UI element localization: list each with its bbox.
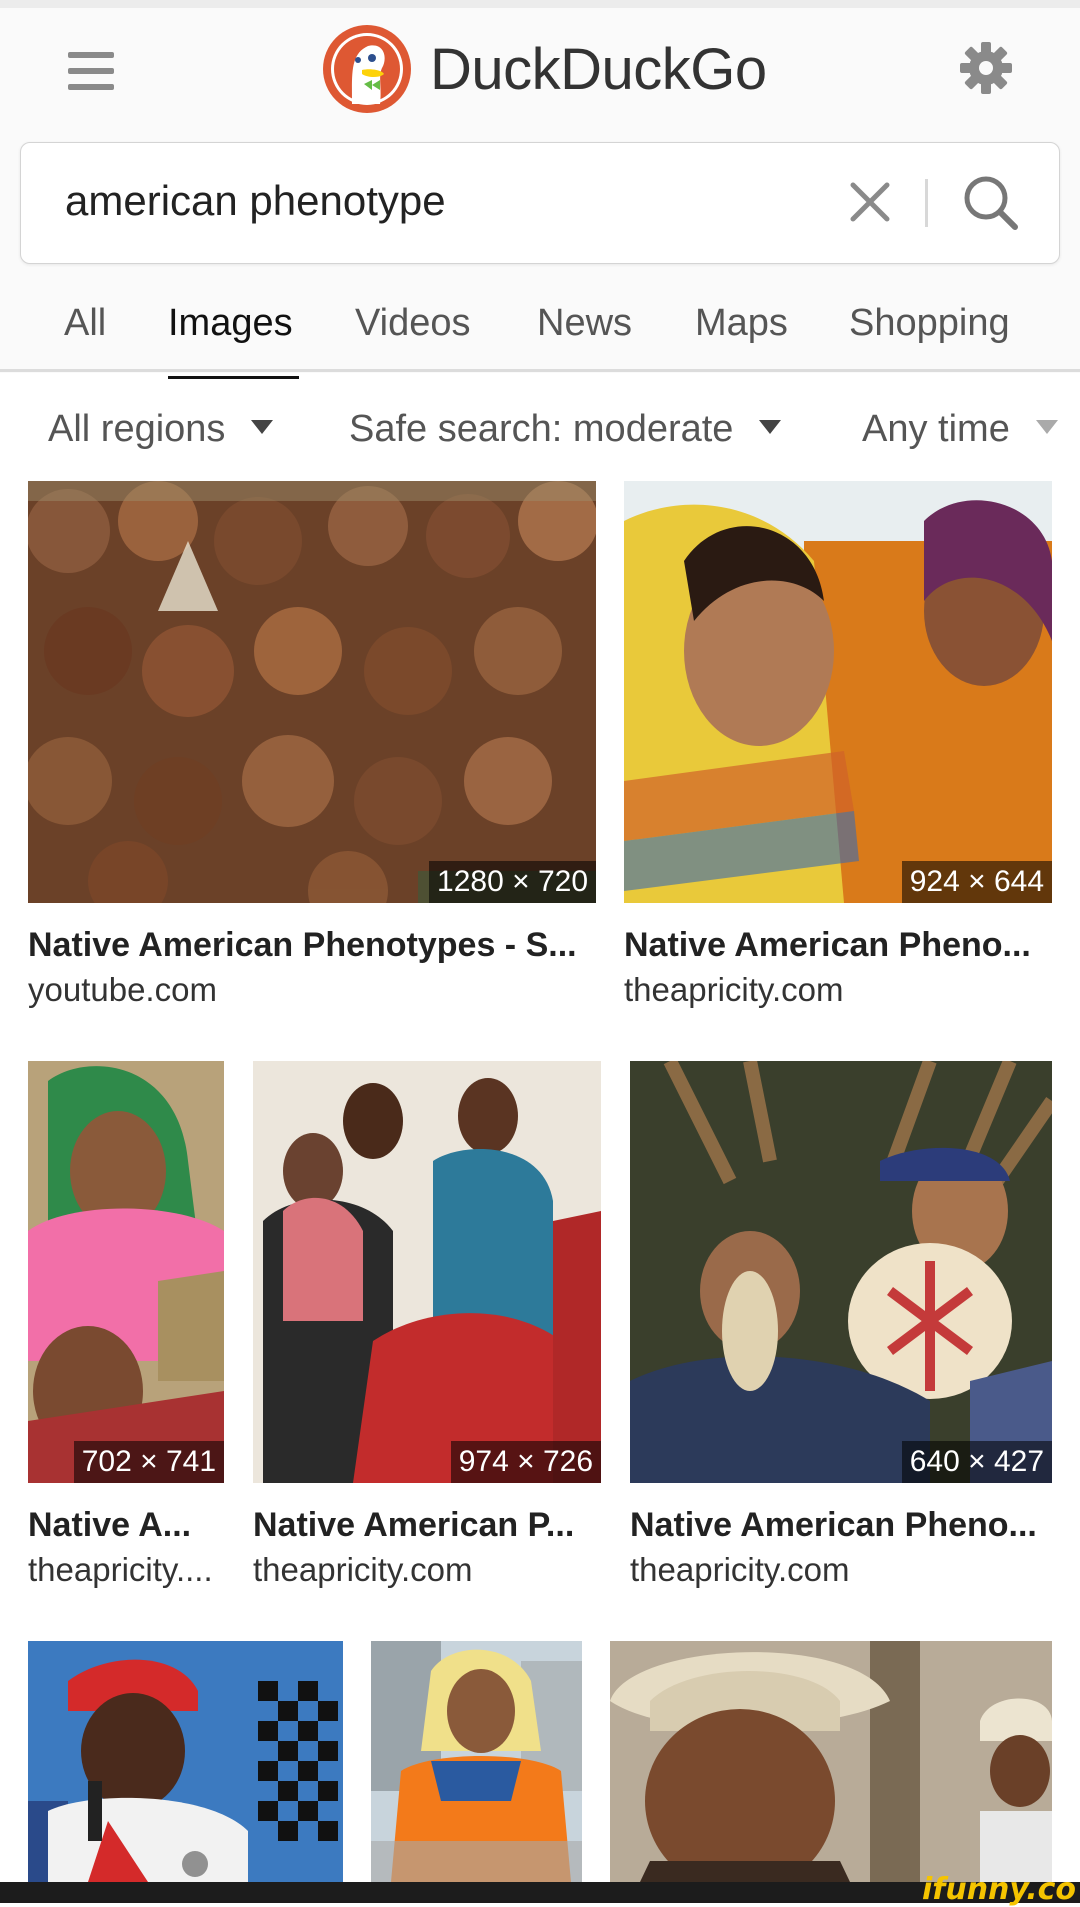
image-dimensions: 974 × 726 [450,1441,601,1483]
safe-search-filter[interactable]: Safe search: moderate [349,408,782,451]
top-status-strip [0,0,1080,8]
result-source[interactable]: theapricity.com [630,1551,849,1589]
image-dimensions: 702 × 741 [73,1441,224,1483]
result-title[interactable]: Native American Phenotypes - S... [28,926,577,965]
safe-search-filter-label: Safe search: moderate [349,408,734,450]
image-result-card[interactable]: 702 × 741 Native A... theapricity.... [28,1061,224,1591]
time-filter-label: Any time [862,408,1010,450]
result-title[interactable]: Native American Pheno... [624,926,1031,965]
chevron-down-icon [251,419,274,434]
tab-news[interactable]: News [537,302,632,345]
result-source[interactable]: theapricity.... [28,1551,213,1589]
app-title: DuckDuckGo [430,36,767,102]
image-dimensions: 640 × 427 [901,1441,1052,1483]
header: DuckDuckGo american phenotype All Images [0,8,1080,379]
search-tabs: All Images Videos News Maps Shopping [0,292,1080,380]
image-result-card[interactable]: 974 × 726 Native American P... theaprici… [253,1061,601,1591]
image-dimensions: 924 × 644 [901,861,1052,903]
chevron-down-icon [759,419,782,434]
search-icon[interactable] [961,173,1021,233]
tabs-divider [0,369,1080,372]
image-dimensions: 1280 × 720 [429,861,596,903]
image-thumbnail[interactable]: 974 × 726 [253,1061,601,1483]
result-source[interactable]: theapricity.com [624,971,843,1009]
search-input[interactable]: american phenotype [65,177,446,225]
image-thumbnail[interactable]: 702 × 741 [28,1061,224,1483]
region-filter[interactable]: All regions [48,408,274,451]
tab-shopping[interactable]: Shopping [849,302,1010,345]
gear-icon[interactable] [958,40,1014,96]
image-thumbnail[interactable] [371,1641,582,1882]
image-result-card[interactable]: 924 × 644 Native American Pheno... theap… [624,481,1052,1011]
image-result-card[interactable]: 640 × 427 Native American Pheno... theap… [630,1061,1052,1591]
duck-logo-icon [323,25,411,113]
tab-images[interactable]: Images [168,302,293,345]
bottom-bar [0,1882,1080,1903]
result-title[interactable]: Native A... [28,1506,191,1545]
result-title[interactable]: Native American P... [253,1506,574,1545]
image-result-card[interactable] [610,1641,1052,1882]
tab-all[interactable]: All [64,302,106,345]
image-result-card[interactable]: 1280 × 720 Native American Phenotypes - … [28,481,596,1011]
image-result-card[interactable] [28,1641,343,1882]
active-tab-indicator [168,376,299,379]
time-filter[interactable]: Any time [862,408,1058,451]
close-icon[interactable] [182,1851,208,1877]
image-thumbnail[interactable]: 924 × 644 [624,481,1052,903]
region-filter-label: All regions [48,408,226,450]
tab-maps[interactable]: Maps [695,302,788,345]
tab-videos[interactable]: Videos [355,302,471,345]
result-source[interactable]: youtube.com [28,971,217,1009]
result-source[interactable]: theapricity.com [253,1551,472,1589]
chevron-down-icon [1035,419,1058,434]
image-thumbnail[interactable]: 1280 × 720 [28,481,596,903]
search-divider [925,179,928,227]
result-title[interactable]: Native American Pheno... [630,1506,1037,1545]
image-result-card[interactable] [371,1641,582,1882]
logo[interactable]: DuckDuckGo [322,24,767,114]
close-icon[interactable] [847,179,893,225]
search-box[interactable]: american phenotype [20,142,1060,264]
image-thumbnail[interactable]: 640 × 427 [630,1061,1052,1483]
watermark-logo: ifunny.co [922,1872,1076,1907]
filter-bar: All regions Safe search: moderate Any ti… [0,400,1080,460]
image-thumbnail[interactable] [610,1641,1052,1882]
hamburger-menu-icon[interactable] [68,52,114,90]
image-thumbnail[interactable] [28,1641,343,1882]
